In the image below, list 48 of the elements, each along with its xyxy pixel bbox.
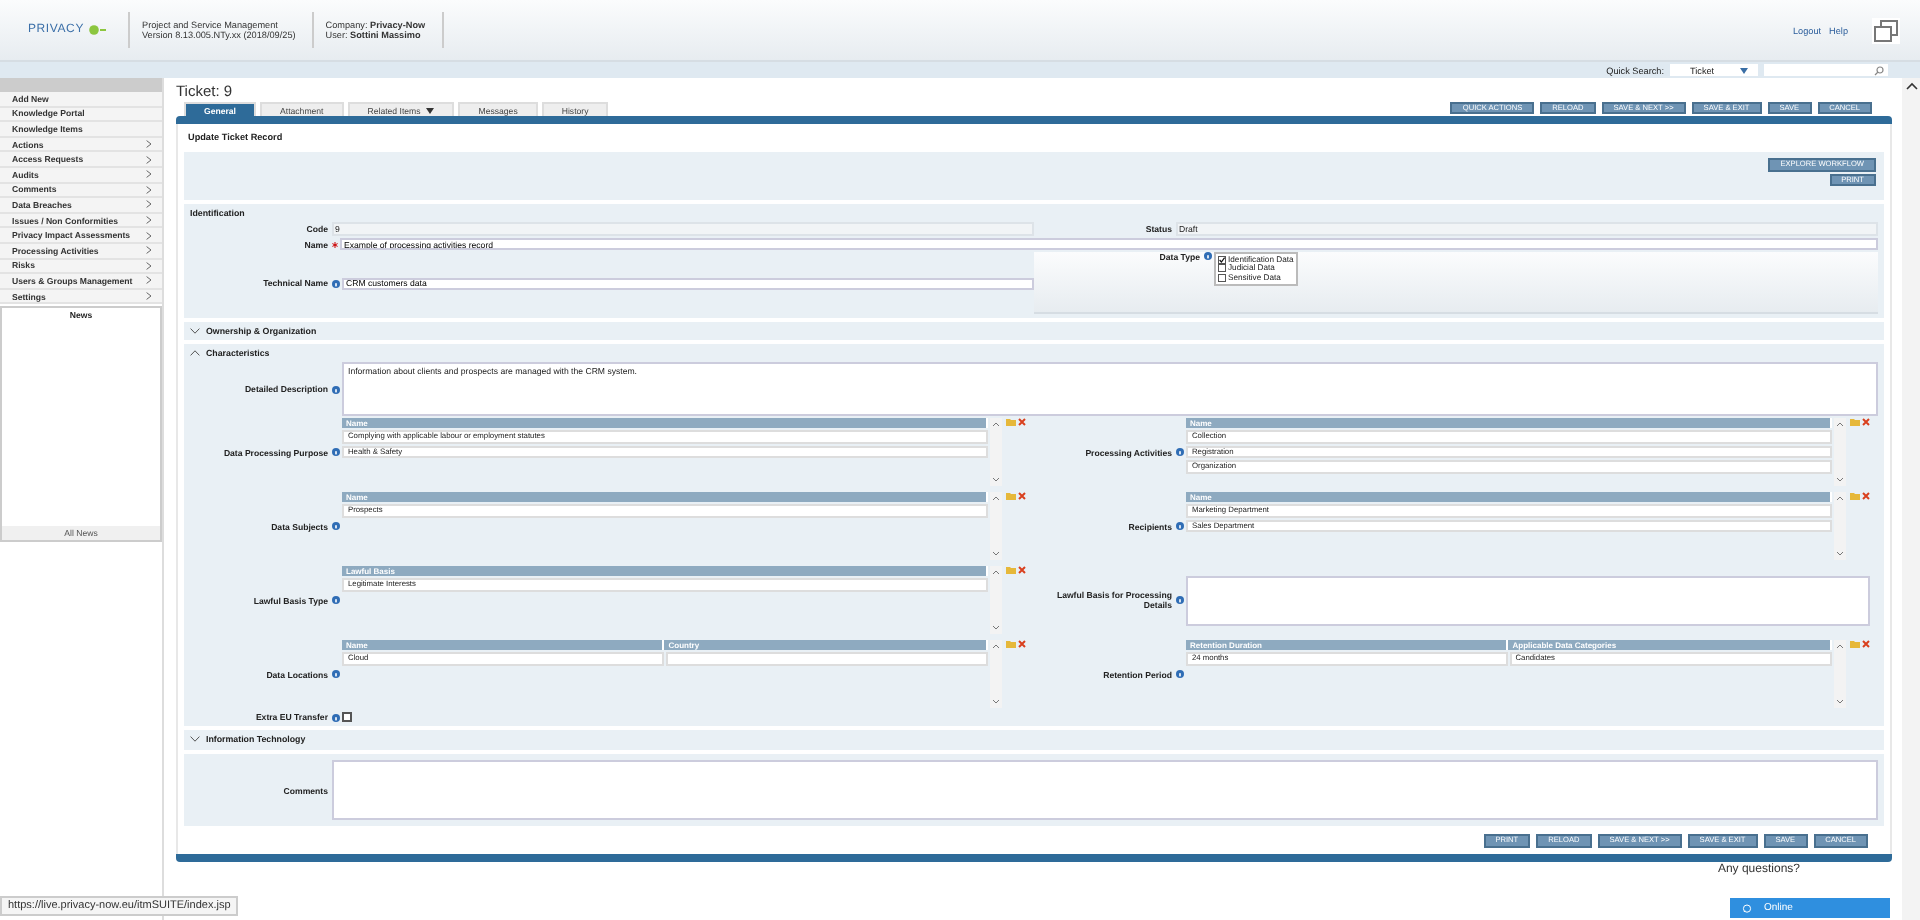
chevron-icon[interactable] [190,350,200,356]
scrollbar[interactable] [990,640,1002,708]
logo-icon [88,24,108,36]
delete-icon[interactable] [1018,640,1026,648]
delete-icon[interactable] [1018,566,1026,574]
scrollbar[interactable] [990,566,1002,634]
scrollbar[interactable] [990,492,1002,560]
folder-icon[interactable] [1005,640,1015,648]
checkbox[interactable] [1218,273,1226,282]
chevron-icon[interactable] [190,328,200,334]
delete-icon[interactable] [1018,418,1026,426]
scrollbar[interactable] [1834,492,1846,560]
scrollbar[interactable] [1902,78,1920,920]
chat-icon [1742,903,1752,913]
folder-icon[interactable] [1005,566,1015,574]
caret-icon [1740,67,1749,73]
comments-field[interactable] [331,760,1878,820]
checkbox[interactable] [1218,255,1226,264]
folder-icon[interactable] [1849,640,1859,648]
info-icon [331,522,339,530]
info-icon [1175,448,1183,456]
info-icon [1175,670,1183,678]
delete-icon[interactable] [1862,492,1870,500]
details-field[interactable] [1186,575,1870,625]
info-icon [331,385,339,393]
scroll-up-icon[interactable] [1905,82,1917,90]
info-icon [1175,596,1183,604]
delete-icon[interactable] [1018,492,1026,500]
info-icon [331,713,339,721]
delete-icon[interactable] [1862,418,1870,426]
search-field[interactable] [1764,64,1888,76]
info-icon [331,596,339,604]
info-icon [331,670,339,678]
window-restore-icon[interactable] [1872,17,1900,43]
info-icon [331,448,339,456]
delete-icon[interactable] [1862,640,1870,648]
folder-icon[interactable] [1849,492,1859,500]
checkbox[interactable] [1218,264,1226,273]
scrollbar[interactable] [990,418,1002,486]
folder-icon[interactable] [1005,492,1015,500]
scrollbar[interactable] [1834,640,1846,708]
checkbox[interactable] [342,712,352,722]
chevron-icon[interactable] [190,736,200,742]
table-cell[interactable] [665,652,987,665]
info-icon [1175,522,1183,530]
info-icon [331,279,339,287]
scrollbar[interactable] [1834,418,1846,486]
search-icon[interactable] [1874,65,1884,75]
